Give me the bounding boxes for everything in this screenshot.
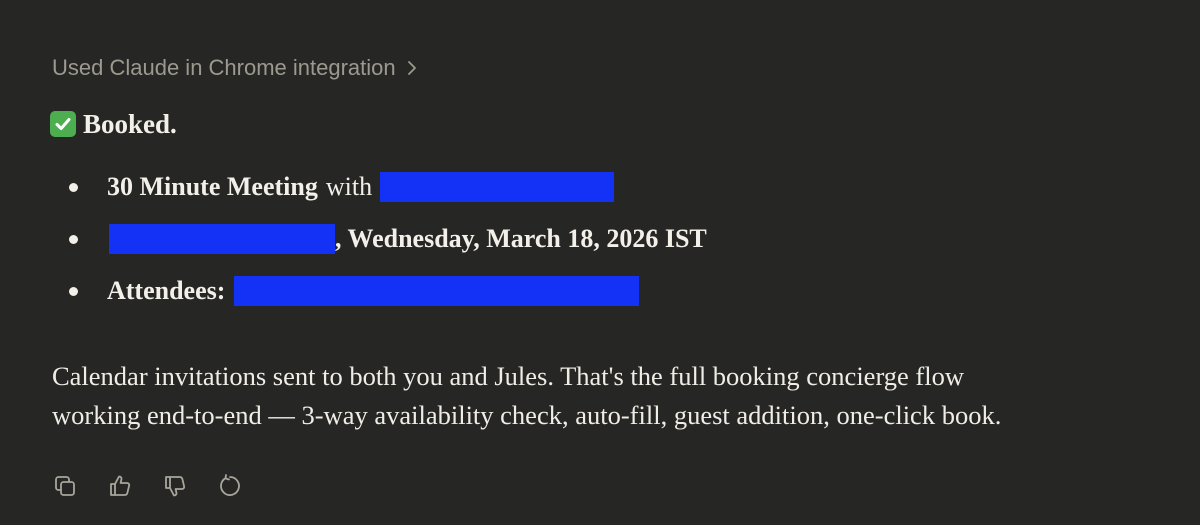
message-line-1: Calendar invitations sent to both you an… <box>52 361 964 391</box>
booking-status: Booked. <box>50 106 177 142</box>
bullet-icon <box>69 287 78 296</box>
bullet-icon <box>69 235 78 244</box>
check-mark-button-icon <box>50 111 76 137</box>
thumbs-up-icon[interactable] <box>105 471 135 501</box>
meeting-date: , Wednesday, March 18, 2026 IST <box>335 224 707 253</box>
message-actions <box>50 470 270 502</box>
meeting-with-text: with <box>325 172 373 201</box>
redacted-host <box>380 172 615 202</box>
tool-use-label: Used Claude in Chrome integration <box>52 55 396 80</box>
chevron-right-icon <box>406 60 418 76</box>
copy-icon[interactable] <box>50 471 80 501</box>
message-line-2: working end-to-end — 3-way availability … <box>52 400 1002 430</box>
tool-use-disclosure[interactable]: Used Claude in Chrome integration <box>52 52 418 84</box>
thumbs-down-icon[interactable] <box>160 471 190 501</box>
bullet-icon <box>69 183 78 192</box>
redacted-attendees <box>234 276 640 306</box>
attendees-label: Attendees: <box>107 276 226 305</box>
meeting-title: 30 Minute Meeting <box>107 172 318 201</box>
retry-icon[interactable] <box>215 471 245 501</box>
booking-status-text: Booked. <box>83 108 177 139</box>
assistant-message: Calendar invitations sent to both you an… <box>52 357 1172 435</box>
redacted-time <box>109 224 335 254</box>
